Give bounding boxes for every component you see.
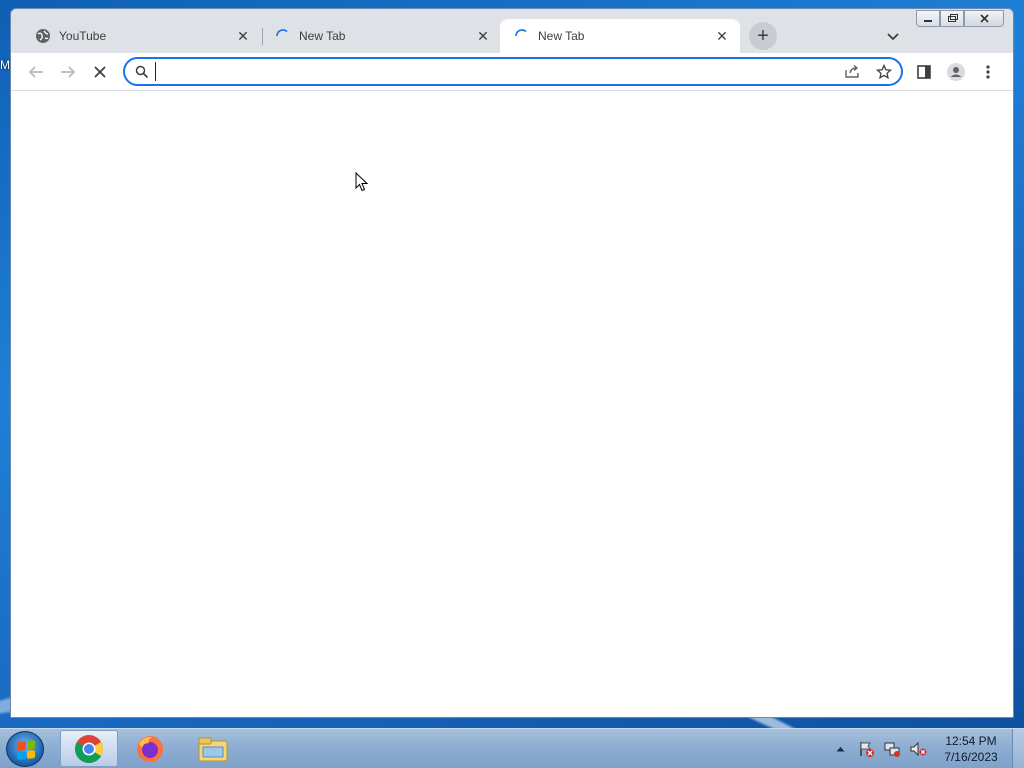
address-input[interactable] — [155, 62, 835, 81]
stop-loading-button[interactable] — [89, 61, 111, 83]
globe-icon — [35, 28, 51, 44]
taskbar-file-explorer[interactable] — [184, 730, 242, 767]
show-hidden-icons-button[interactable] — [830, 739, 850, 759]
tab-strip: YouTube ✕ New Tab ✕ New Tab ✕ + — [11, 19, 1013, 53]
firefox-icon — [137, 735, 163, 762]
tab-search-button[interactable] — [883, 27, 903, 47]
file-explorer-icon — [198, 737, 228, 761]
profile-button[interactable] — [945, 61, 967, 83]
share-icon[interactable] — [844, 64, 861, 84]
chrome-window: YouTube ✕ New Tab ✕ New Tab ✕ + — [10, 8, 1014, 718]
loading-spinner-icon — [275, 28, 291, 44]
kebab-menu-icon — [986, 65, 990, 79]
volume-button[interactable] — [908, 739, 928, 759]
clock-date: 7/16/2023 — [944, 750, 998, 764]
browser-toolbar — [11, 53, 1013, 91]
tab-close-button[interactable]: ✕ — [714, 28, 730, 44]
tab-title: YouTube — [59, 29, 107, 43]
page-content[interactable] — [11, 91, 1013, 717]
clock-time: 12:54 PM — [945, 734, 997, 748]
system-tray: 12:54 PM 7/16/2023 — [830, 729, 1024, 768]
tab-title: New Tab — [538, 29, 585, 43]
volume-muted-icon — [910, 741, 927, 757]
tab-new-tab-active[interactable]: New Tab ✕ — [500, 19, 740, 53]
taskbar-firefox[interactable] — [121, 730, 179, 767]
tab-close-button[interactable]: ✕ — [235, 28, 251, 44]
side-panel-icon — [917, 65, 931, 79]
loading-spinner-icon — [514, 28, 530, 44]
arrow-left-icon — [28, 66, 43, 78]
tab-title: New Tab — [299, 29, 346, 43]
tab-new-tab[interactable]: New Tab ✕ — [261, 19, 501, 53]
action-center-button[interactable] — [856, 739, 876, 759]
chrome-menu-button[interactable] — [977, 61, 999, 83]
star-icon[interactable] — [875, 63, 893, 85]
arrow-right-icon — [61, 66, 76, 78]
network-icon — [884, 742, 900, 757]
back-button[interactable] — [25, 61, 47, 83]
forward-button[interactable] — [57, 61, 79, 83]
search-icon — [135, 65, 149, 84]
profile-icon — [947, 63, 965, 81]
action-center-flag-icon — [860, 742, 874, 757]
chevron-up-icon — [836, 747, 844, 752]
close-icon — [94, 66, 106, 78]
taskbar-chrome[interactable] — [60, 730, 118, 767]
system-clock[interactable]: 12:54 PM 7/16/2023 — [934, 733, 1008, 765]
show-desktop-button[interactable] — [1012, 729, 1024, 768]
tab-close-button[interactable]: ✕ — [475, 28, 491, 44]
desktop-icon-label-edge: M — [0, 58, 10, 72]
network-button[interactable] — [882, 739, 902, 759]
chrome-icon — [75, 734, 103, 763]
address-bar[interactable] — [123, 57, 903, 86]
new-tab-button[interactable]: + — [749, 22, 777, 50]
mouse-cursor-icon — [355, 172, 369, 192]
side-panel-button[interactable] — [913, 61, 935, 83]
windows-logo-icon — [17, 740, 35, 760]
taskbar: 12:54 PM 7/16/2023 — [0, 728, 1024, 768]
start-button[interactable] — [6, 731, 44, 767]
tab-youtube[interactable]: YouTube ✕ — [21, 19, 261, 53]
chevron-down-icon — [887, 33, 899, 41]
